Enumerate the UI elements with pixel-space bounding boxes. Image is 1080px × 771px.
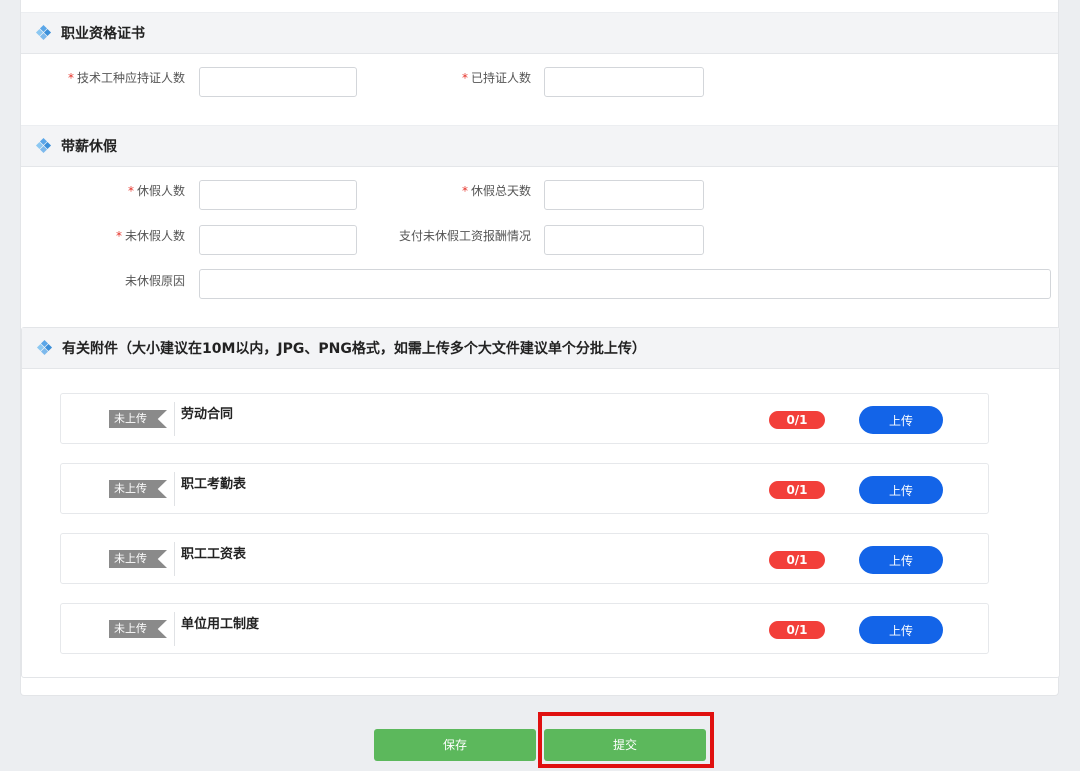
leave-count-input[interactable]	[199, 180, 357, 210]
label-text: 支付未休假工资报酬情况	[398, 229, 531, 243]
attachment-title: 职工工资表	[181, 547, 247, 562]
divider	[174, 472, 175, 506]
section-title: 有关附件（大小建议在10M以内，JPG、PNG格式，如需上传多个大文件建议单个分…	[62, 341, 646, 357]
label-certified: * 已持证人数	[371, 68, 531, 88]
upload-button[interactable]: 上传	[859, 546, 943, 574]
divider	[174, 402, 175, 436]
label-tech-holders: * 技术工种应持证人数	[21, 68, 185, 88]
label-no-leave-count: * 未休假人数	[21, 226, 185, 246]
label-text: 技术工种应持证人数	[76, 71, 185, 85]
tech-holders-input[interactable]	[199, 67, 357, 97]
label-text: 未休假原因	[124, 274, 185, 288]
highlight-annotation	[538, 712, 714, 768]
attachments-panel: 有关附件（大小建议在10M以内，JPG、PNG格式，如需上传多个大文件建议单个分…	[21, 327, 1060, 678]
label-text: 休假人数	[136, 184, 185, 198]
diamond-icon	[35, 24, 53, 42]
count-badge: 0/1	[769, 481, 825, 499]
upload-button[interactable]: 上传	[859, 406, 943, 434]
required-mark: *	[461, 71, 468, 85]
upload-button[interactable]: 上传	[859, 476, 943, 504]
diamond-icon	[35, 137, 53, 155]
required-mark: *	[115, 229, 122, 243]
label-text: 已持证人数	[470, 71, 531, 85]
label-leave-days: * 休假总天数	[371, 181, 531, 201]
count-badge: 0/1	[769, 621, 825, 639]
attachment-item: 未上传 职工工资表 0/1 上传	[60, 533, 989, 584]
label-leave-count: * 休假人数	[21, 181, 185, 201]
section-header-attach: 有关附件（大小建议在10M以内，JPG、PNG格式，如需上传多个大文件建议单个分…	[22, 328, 1059, 369]
label-text: 休假总天数	[470, 184, 531, 198]
attachment-title: 劳动合同	[181, 407, 234, 422]
diamond-icon	[36, 339, 54, 357]
required-mark: *	[67, 71, 74, 85]
status-tag: 未上传	[109, 480, 167, 498]
divider	[174, 542, 175, 576]
status-tag: 未上传	[109, 620, 167, 638]
label-no-leave-reason: 未休假原因	[21, 271, 185, 291]
upload-button[interactable]: 上传	[859, 616, 943, 644]
no-leave-reason-input[interactable]	[199, 269, 1051, 299]
count-badge: 0/1	[769, 411, 825, 429]
count-badge: 0/1	[769, 551, 825, 569]
status-tag: 未上传	[109, 410, 167, 428]
status-tag: 未上传	[109, 550, 167, 568]
attachment-item: 未上传 单位用工制度 0/1 上传	[60, 603, 989, 654]
certified-holders-input[interactable]	[544, 67, 704, 97]
required-mark: *	[127, 184, 134, 198]
section-header-cert: 职业资格证书	[21, 12, 1058, 54]
required-mark: *	[461, 184, 468, 198]
attachment-item: 未上传 职工考勤表 0/1 上传	[60, 463, 989, 514]
attachment-title: 单位用工制度	[181, 617, 260, 632]
divider	[174, 612, 175, 646]
label-compensation: 支付未休假工资报酬情况	[361, 226, 531, 246]
leave-days-input[interactable]	[544, 180, 704, 210]
save-button[interactable]: 保存	[374, 729, 536, 761]
compensation-input[interactable]	[544, 225, 704, 255]
section-header-leave: 带薪休假	[21, 125, 1058, 167]
no-leave-count-input[interactable]	[199, 225, 357, 255]
section-title: 带薪休假	[61, 139, 117, 155]
attachment-title: 职工考勤表	[181, 477, 247, 492]
form-panel: 职业资格证书 * 技术工种应持证人数 * 已持证人数 带薪休假 * 休假人数 * 休假总…	[20, 0, 1060, 696]
section-title: 职业资格证书	[61, 26, 145, 42]
label-text: 未休假人数	[124, 229, 185, 243]
attachment-item: 未上传 劳动合同 0/1 上传	[60, 393, 989, 444]
